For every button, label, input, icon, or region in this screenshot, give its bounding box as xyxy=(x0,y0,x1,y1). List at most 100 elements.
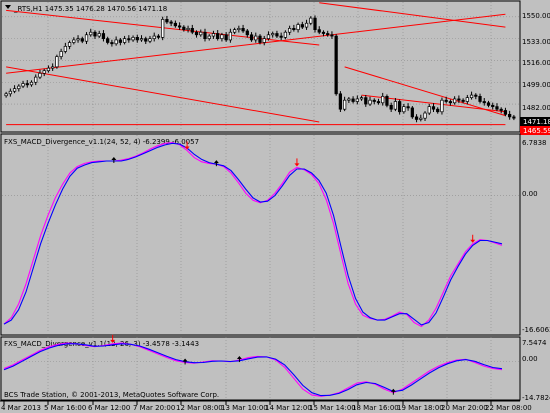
main-panel: _RTS,H1 1475.35 1476.28 1470.56 1471.18 … xyxy=(0,0,550,135)
candle-body xyxy=(478,96,482,102)
candle-body xyxy=(317,29,321,33)
macd1-tick-label: 6.7838 xyxy=(522,139,547,147)
copyright-text: BCS Trade Station, © 2001-2013, MetaQuot… xyxy=(4,391,219,399)
candle-body xyxy=(271,33,275,36)
candle-body xyxy=(372,99,376,102)
time-tick-label: 7 Mar 20:00 xyxy=(133,404,175,412)
price-tick-label: 1516.00 xyxy=(522,59,550,67)
chart-canvas: _RTS,H1 1475.35 1476.28 1470.56 1471.18 … xyxy=(0,0,550,412)
candle-body xyxy=(304,22,309,28)
candle-body xyxy=(262,38,266,43)
candle-body xyxy=(381,96,385,104)
candle-body xyxy=(144,38,148,42)
candle-body xyxy=(207,35,211,39)
candle-body xyxy=(182,26,186,31)
candle-body xyxy=(59,51,63,57)
candle-body xyxy=(249,34,254,41)
candle-body xyxy=(368,99,372,105)
candle-body xyxy=(80,38,84,42)
candle-body xyxy=(402,106,406,113)
candle-body xyxy=(67,42,72,47)
candle-body xyxy=(8,90,12,95)
candle-body xyxy=(283,31,288,38)
time-axis: 4 Mar 2013 5 Mar 16:00 6 Mar 12:00 7 Mar… xyxy=(0,400,532,412)
candle-body xyxy=(89,31,93,36)
candle-body xyxy=(431,106,436,110)
candle-body xyxy=(93,31,97,37)
candle-body xyxy=(414,116,419,120)
candle-body xyxy=(448,101,453,104)
candle-body xyxy=(152,35,156,39)
candle-body xyxy=(423,112,427,119)
candle-body xyxy=(131,37,135,41)
candle-body xyxy=(465,97,469,102)
candle-body xyxy=(288,28,292,33)
time-tick-label: 18 Mar 16:00 xyxy=(352,404,399,412)
red-price-label: 1465.59 xyxy=(523,127,550,135)
candle-body xyxy=(499,108,503,111)
candle-body xyxy=(444,99,448,102)
price-tick-label: 1533.00 xyxy=(522,38,550,46)
price-tick-label: 1550.00 xyxy=(522,12,550,20)
candle-body xyxy=(156,35,161,38)
candle-body xyxy=(440,99,444,113)
candle-body xyxy=(17,85,21,90)
candle-body xyxy=(220,34,224,39)
candle-body xyxy=(300,24,304,28)
candle-body xyxy=(173,22,177,27)
candle-body xyxy=(241,28,245,32)
candle-body xyxy=(355,98,359,102)
candle-body xyxy=(72,39,76,43)
candle-body xyxy=(169,21,173,24)
candle-body xyxy=(110,42,114,45)
candle-body xyxy=(118,39,122,43)
candle-body xyxy=(139,38,144,41)
candle-body xyxy=(461,99,465,102)
candle-body xyxy=(457,98,461,101)
candle-body xyxy=(512,116,516,119)
time-tick-label: 15 Mar 14:00 xyxy=(309,404,356,412)
candle-body xyxy=(21,83,25,87)
candle-body xyxy=(343,99,347,110)
candle-body xyxy=(38,72,42,78)
candle-body xyxy=(211,33,216,37)
candle-body xyxy=(194,31,199,36)
candle-body xyxy=(359,97,364,100)
candle-body xyxy=(436,108,440,113)
candle-body xyxy=(313,17,317,31)
candle-body xyxy=(508,113,512,118)
candle-body xyxy=(385,96,389,106)
candle-body xyxy=(177,25,182,28)
candle-body xyxy=(491,104,495,107)
macd-panel-1: FXS_MACD_Divergence_v1.1(24, 52, 4) -6.2… xyxy=(0,133,550,336)
time-tick-label: 5 Mar 16:00 xyxy=(44,404,86,412)
candle-body xyxy=(469,94,474,98)
macd2-tick-label: 7.5474 xyxy=(522,339,547,347)
candle-body xyxy=(275,33,279,37)
candle-body xyxy=(165,19,169,23)
macd1-tick-label: -16.6063 xyxy=(522,326,550,334)
time-tick-label: 12 Mar 08:00 xyxy=(176,404,223,412)
candle-body xyxy=(224,34,228,41)
chart-window: _RTS,H1 1475.35 1476.28 1470.56 1471.18 … xyxy=(0,0,550,413)
price-tick-label: 1482.00 xyxy=(522,104,550,112)
candle-body xyxy=(334,35,338,95)
macd-panel-2: FXS_MACD_Divergence_v1.1(12, 26, 3) -3.4… xyxy=(0,334,550,402)
candle-body xyxy=(55,56,59,68)
candle-body xyxy=(232,29,237,33)
candle-body xyxy=(199,31,203,36)
candle-body xyxy=(135,37,139,41)
candle-body xyxy=(326,33,330,36)
candle-body xyxy=(51,66,55,69)
candle-body xyxy=(338,93,343,110)
price-tick-label: 1499.00 xyxy=(522,81,550,89)
candle-body xyxy=(46,67,51,72)
candle-body xyxy=(495,106,499,110)
time-tick-label: 20 Mar 20:00 xyxy=(441,404,488,412)
candle-body xyxy=(398,101,402,113)
candle-body xyxy=(127,38,131,41)
time-tick-label: 14 Mar 12:00 xyxy=(265,404,312,412)
candle-body xyxy=(63,45,67,52)
macd2-tick-label: -14.7824 xyxy=(522,394,550,402)
candle-body xyxy=(486,102,491,106)
